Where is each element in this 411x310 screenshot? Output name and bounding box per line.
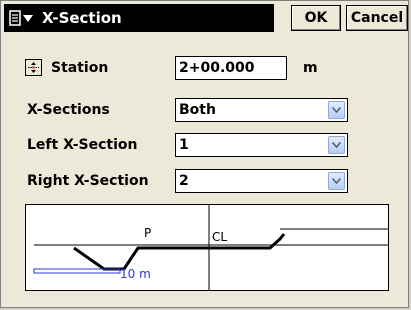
right-xsection-row: Right X-Section 2 [1, 168, 411, 194]
station-label: Station [51, 60, 109, 76]
chevron-down-icon[interactable] [328, 172, 345, 190]
xsections-select[interactable]: Both [175, 98, 348, 122]
station-row: Station 2+00.000 m [1, 55, 411, 81]
right-xsection-label: Right X-Section [27, 173, 149, 189]
station-input[interactable]: 2+00.000 [175, 56, 287, 80]
right-xsection-select[interactable]: 2 [175, 169, 348, 193]
chevron-down-icon[interactable] [328, 136, 345, 154]
chevron-down-icon[interactable] [328, 101, 345, 119]
cross-section-graph[interactable]: P CL 10 m [25, 204, 389, 291]
station-picker-icon[interactable] [25, 59, 42, 76]
left-xsection-value: 1 [179, 137, 189, 153]
xsections-label: X-Sections [27, 102, 110, 118]
point-label: P [144, 226, 152, 240]
xsections-value: Both [179, 102, 216, 118]
window-menu-button[interactable] [4, 4, 40, 32]
window-title: X-Section [42, 9, 122, 27]
station-unit: m [303, 60, 318, 76]
right-xsection-value: 2 [179, 173, 189, 189]
cancel-button[interactable]: Cancel [346, 5, 408, 31]
menu-icon [9, 10, 33, 26]
left-xsection-select[interactable]: 1 [175, 133, 348, 157]
profile-line [73, 233, 286, 271]
centerline-label: CL [212, 230, 228, 244]
scale-label: 10 m [120, 267, 151, 281]
title-bar: X-Section [4, 4, 274, 32]
window-frame: X-Section OK Cancel Station 2+00.000 m X… [0, 0, 409, 308]
xsections-row: X-Sections Both [1, 97, 411, 123]
left-xsection-row: Left X-Section 1 [1, 132, 411, 158]
ok-button[interactable]: OK [291, 5, 341, 31]
cross-section-drawing [33, 205, 388, 290]
left-xsection-label: Left X-Section [27, 137, 138, 153]
